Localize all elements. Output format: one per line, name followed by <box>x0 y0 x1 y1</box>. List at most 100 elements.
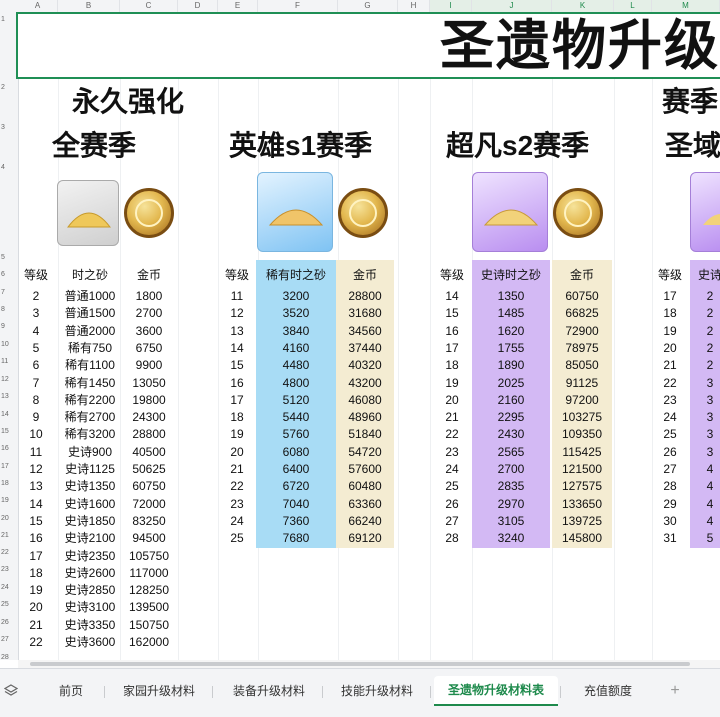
table-all-cell[interactable]: 2 <box>18 288 54 305</box>
column-header-C[interactable]: C <box>120 0 178 12</box>
table-s2-cell[interactable]: 2835 <box>472 478 550 495</box>
table-s1-cell[interactable]: 14 <box>218 340 256 357</box>
table-all-cell[interactable]: 稀有750 <box>54 340 126 357</box>
column-header-D[interactable]: D <box>178 0 218 12</box>
sheet-tab-4[interactable]: 技能升级材料 <box>326 678 428 704</box>
table-sanctum-cell[interactable]: 3 <box>690 444 720 461</box>
table-s2-cell[interactable]: 97200 <box>552 392 612 409</box>
sheet-tab-3[interactable]: 装备升级材料 <box>218 678 320 704</box>
column-header-L[interactable]: L <box>614 0 652 12</box>
row-header-17[interactable]: 17 <box>0 462 18 471</box>
table-s1-cell[interactable]: 6720 <box>256 478 336 495</box>
column-header-B[interactable]: B <box>58 0 120 12</box>
table-all-cell[interactable]: 19 <box>18 582 54 599</box>
table-s1-cell[interactable]: 48960 <box>336 409 394 426</box>
table-s1-cell[interactable]: 31680 <box>336 305 394 322</box>
table-s1-cell[interactable]: 6080 <box>256 444 336 461</box>
table-s1-cell[interactable]: 69120 <box>336 530 394 547</box>
table-s1-cell[interactable]: 24 <box>218 513 256 530</box>
title-banner[interactable]: 圣遗物升级 <box>16 12 720 79</box>
table-sanctum-cell[interactable]: 29 <box>650 496 690 513</box>
table-s2-cell[interactable]: 60750 <box>552 288 612 305</box>
table-sanctum-cell[interactable]: 19 <box>650 323 690 340</box>
table-all-cell[interactable]: 6 <box>18 357 54 374</box>
table-s1-cell[interactable]: 28800 <box>336 288 394 305</box>
table-s1-cell[interactable]: 15 <box>218 357 256 374</box>
table-all-cell[interactable]: 2700 <box>120 305 178 322</box>
table-s2-cell[interactable]: 25 <box>432 478 472 495</box>
table-s1-cell[interactable]: 4800 <box>256 375 336 392</box>
table-s2-cell[interactable]: 2970 <box>472 496 550 513</box>
table-sanctum-cell[interactable]: 5 <box>690 530 720 547</box>
table-all-cell[interactable]: 3 <box>18 305 54 322</box>
table-all-cell[interactable]: 史诗3100 <box>54 599 126 616</box>
column-header-F[interactable]: F <box>258 0 338 12</box>
table-all-cell[interactable]: 16 <box>18 530 54 547</box>
table-all-cell[interactable]: 24300 <box>120 409 178 426</box>
table-all-cell[interactable]: 128250 <box>120 582 178 599</box>
table-all-cell[interactable]: 60750 <box>120 478 178 495</box>
table-s2-cell[interactable]: 3105 <box>472 513 550 530</box>
table-s2-cell[interactable]: 1350 <box>472 288 550 305</box>
column-header-E[interactable]: E <box>218 0 258 12</box>
row-header-11[interactable]: 11 <box>0 357 18 366</box>
table-all-cell[interactable]: 28800 <box>120 426 178 443</box>
row-header-3[interactable]: 3 <box>0 123 18 132</box>
table-s2-cell[interactable]: 2025 <box>472 375 550 392</box>
table-all-cell[interactable]: 72000 <box>120 496 178 513</box>
table-s2-cell[interactable]: 121500 <box>552 461 612 478</box>
table-s2-cell[interactable]: 139725 <box>552 513 612 530</box>
table-s2-cell[interactable]: 2160 <box>472 392 550 409</box>
table-s1-cell[interactable]: 4160 <box>256 340 336 357</box>
table-all-cell[interactable]: 4 <box>18 323 54 340</box>
table-s2-cell[interactable]: 17 <box>432 340 472 357</box>
table-all-cell[interactable]: 史诗3600 <box>54 634 126 651</box>
table-all-cell[interactable]: 普通2000 <box>54 323 126 340</box>
table-s1-cell[interactable]: 20 <box>218 444 256 461</box>
row-header-9[interactable]: 9 <box>0 322 18 331</box>
column-header-M[interactable]: M <box>652 0 720 12</box>
table-s1-cell[interactable]: 23 <box>218 496 256 513</box>
table-s1-cell[interactable]: 11 <box>218 288 256 305</box>
table-all-cell[interactable]: 10 <box>18 426 54 443</box>
table-all-cell[interactable]: 3600 <box>120 323 178 340</box>
table-s2-cell[interactable]: 85050 <box>552 357 612 374</box>
column-header-J[interactable]: J <box>472 0 552 12</box>
table-s1-cell[interactable]: 25 <box>218 530 256 547</box>
table-s1-cell[interactable]: 5120 <box>256 392 336 409</box>
row-header-20[interactable]: 20 <box>0 514 18 523</box>
table-s1-cell[interactable]: 5760 <box>256 426 336 443</box>
table-s2-cell[interactable]: 18 <box>432 357 472 374</box>
table-s1-cell[interactable]: 4480 <box>256 357 336 374</box>
table-s2-cell[interactable]: 19 <box>432 375 472 392</box>
table-s2-cell[interactable]: 127575 <box>552 478 612 495</box>
table-all-cell[interactable]: 20 <box>18 599 54 616</box>
table-all-cell[interactable]: 94500 <box>120 530 178 547</box>
table-all-cell[interactable]: 史诗2100 <box>54 530 126 547</box>
table-all-cell[interactable]: 史诗1350 <box>54 478 126 495</box>
table-all-cell[interactable]: 史诗2600 <box>54 565 126 582</box>
table-sanctum-cell[interactable]: 2 <box>690 305 720 322</box>
table-sanctum-cell[interactable]: 3 <box>690 426 720 443</box>
table-s2-cell[interactable]: 3240 <box>472 530 550 547</box>
table-s1-cell[interactable]: 13 <box>218 323 256 340</box>
table-all-cell[interactable]: 史诗1125 <box>54 461 126 478</box>
table-sanctum-cell[interactable]: 2 <box>690 288 720 305</box>
table-sanctum-cell[interactable]: 22 <box>650 375 690 392</box>
table-all-cell[interactable]: 普通1000 <box>54 288 126 305</box>
table-all-cell[interactable]: 史诗1850 <box>54 513 126 530</box>
sheet-tab-5[interactable]: 圣遗物升级材料表 <box>434 676 558 706</box>
table-s1-cell[interactable]: 40320 <box>336 357 394 374</box>
table-s1-cell[interactable]: 7040 <box>256 496 336 513</box>
table-s1-cell[interactable]: 18 <box>218 409 256 426</box>
table-sanctum-cell[interactable]: 3 <box>690 375 720 392</box>
table-s1-cell[interactable]: 21 <box>218 461 256 478</box>
column-header-A[interactable]: A <box>18 0 58 12</box>
table-all-cell[interactable]: 21 <box>18 617 54 634</box>
table-all-cell[interactable]: 15 <box>18 513 54 530</box>
table-all-cell[interactable]: 普通1500 <box>54 305 126 322</box>
table-s2-cell[interactable]: 109350 <box>552 426 612 443</box>
table-all-cell[interactable]: 稀有1100 <box>54 357 126 374</box>
table-s2-cell[interactable]: 103275 <box>552 409 612 426</box>
table-s1-cell[interactable]: 7680 <box>256 530 336 547</box>
